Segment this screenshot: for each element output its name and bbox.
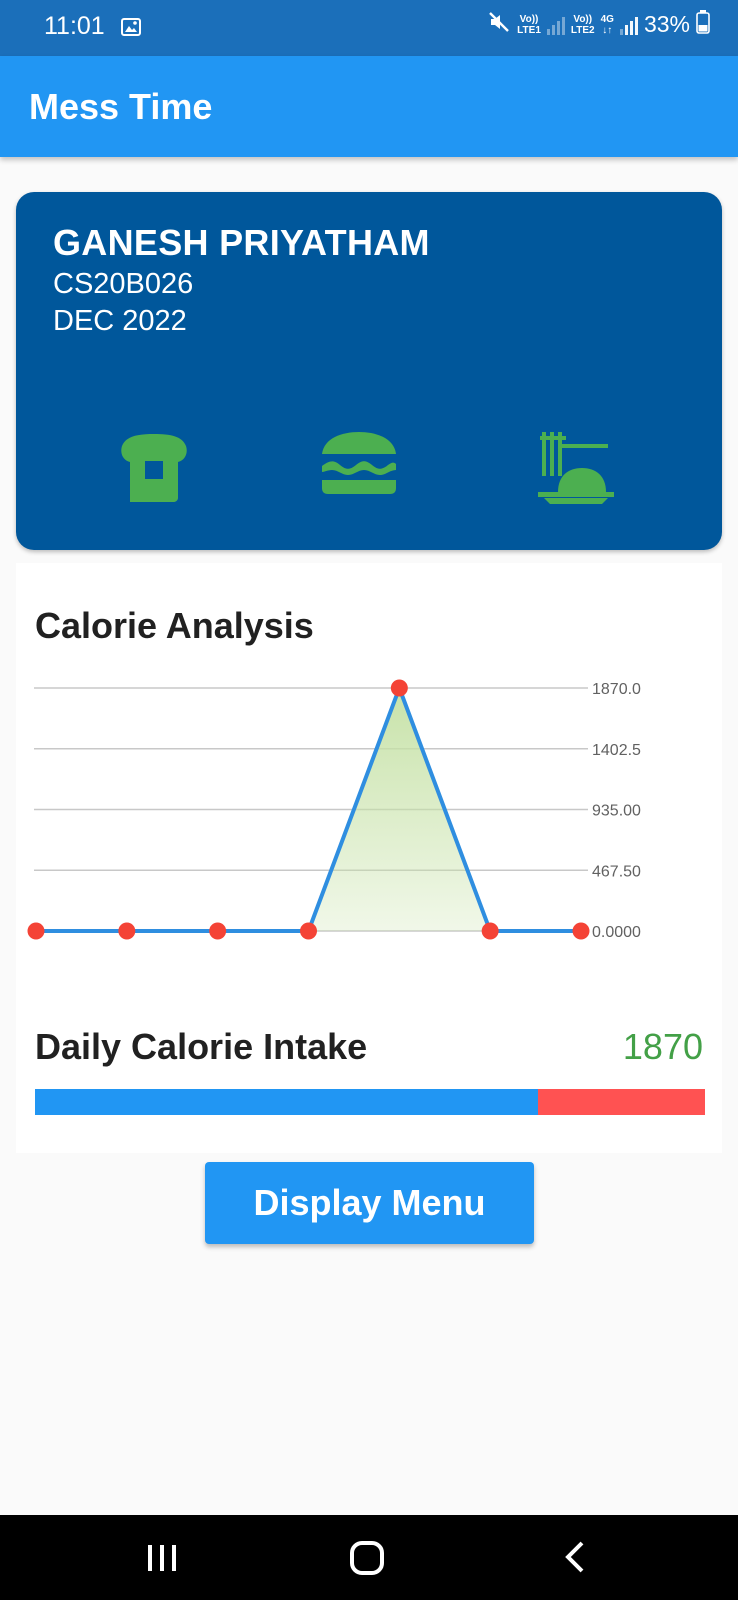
navigation-bar [0, 1515, 738, 1600]
status-time: 11:01 [44, 12, 105, 40]
y-tick-label: 467.50 [592, 863, 641, 880]
calorie-panel: Calorie Analysis 1870.0 1402.5 935.00 467.5… [16, 563, 722, 1153]
battery-icon [696, 10, 710, 39]
breakfast-toast-icon[interactable] [118, 432, 190, 507]
chart-data-point [209, 922, 227, 940]
app-bar: Mess Time [0, 56, 738, 157]
y-tick-label: 0.0000 [592, 924, 641, 941]
calorie-progress-bar [35, 1089, 705, 1115]
daily-calorie-label: Daily Calorie Intake [35, 1026, 368, 1067]
mute-icon [487, 10, 511, 39]
gallery-icon [121, 17, 141, 42]
signal-icon [546, 15, 565, 35]
signal-icon [619, 15, 638, 35]
y-tick-label: 935.00 [592, 803, 641, 820]
chart-data-point [118, 922, 136, 940]
calorie-chart: 1870.0 1402.5 935.00 467.50 0.0000 [27, 679, 641, 941]
student-month: DEC 2022 [53, 305, 187, 337]
recent-apps-icon[interactable] [146, 1537, 178, 1582]
chart-data-point [572, 922, 590, 940]
sim2-indicator: Vo)) LTE2 [570, 13, 595, 36]
status-bar: 11:01 Vo)) LTE1 Vo)) LTE2 4G ↓↑ 33% [0, 0, 738, 56]
app-title: Mess Time [29, 86, 213, 127]
y-tick-label: 1402.5 [592, 742, 641, 759]
chart-data-point [390, 679, 408, 697]
student-roll-number: CS20B026 [53, 268, 194, 300]
chart-data-point [300, 922, 317, 940]
calorie-analysis-title: Calorie Analysis [35, 605, 314, 646]
student-name: GANESH PRIYATHAM [53, 222, 430, 263]
lunch-burger-icon[interactable] [320, 432, 398, 499]
display-menu-button[interactable]: Display Menu [205, 1162, 534, 1244]
status-icons: Vo)) LTE1 Vo)) LTE2 4G ↓↑ 33% [487, 10, 710, 39]
chart-data-point [27, 922, 45, 940]
profile-card: GANESH PRIYATHAM CS20B026 DEC 2022 [16, 192, 722, 550]
calorie-progress-fill [35, 1089, 538, 1115]
data-type-indicator: 4G ↓↑ [600, 13, 614, 36]
chart-data-point [481, 922, 499, 940]
sim1-indicator: Vo)) LTE1 [517, 13, 541, 36]
back-icon[interactable] [560, 1537, 590, 1582]
home-icon[interactable] [348, 1537, 388, 1582]
y-tick-label: 1870.0 [592, 681, 641, 698]
battery-percent: 33% [643, 11, 690, 37]
daily-calorie-value: 1870 [622, 1026, 703, 1067]
dinner-noodles-icon[interactable] [536, 432, 616, 509]
